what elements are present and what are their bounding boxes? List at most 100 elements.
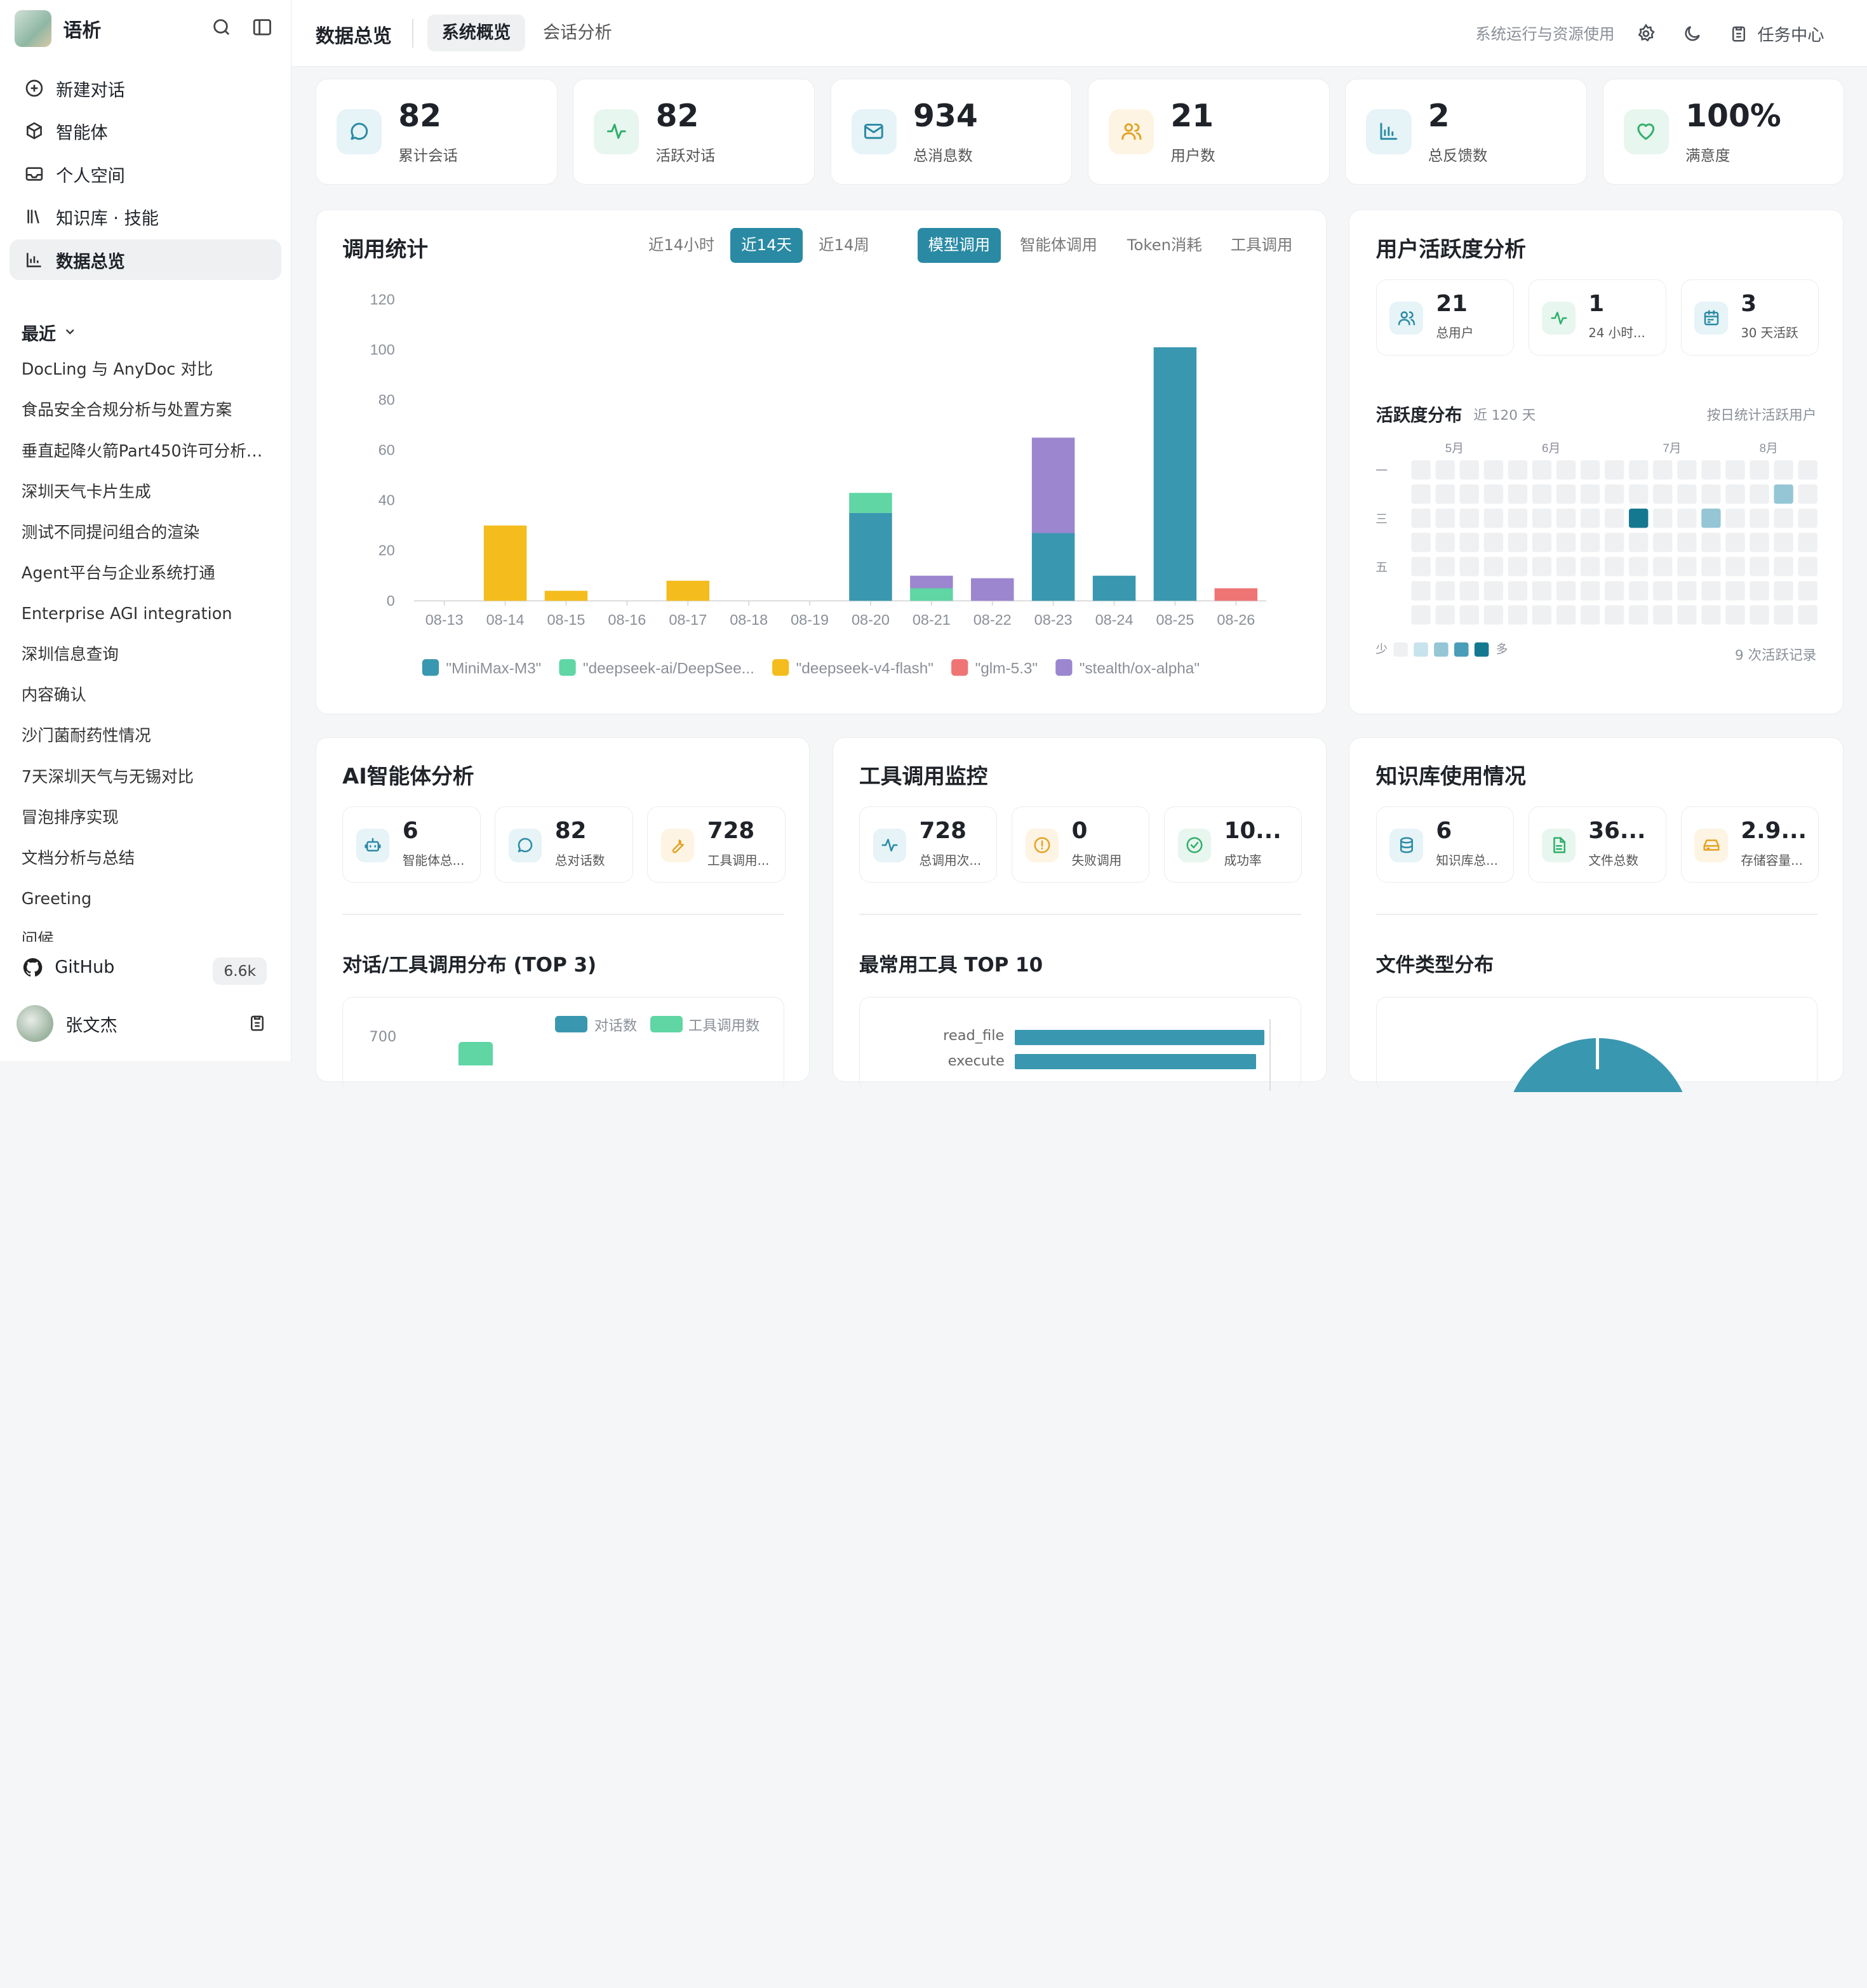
recent-chat-item[interactable]: 食品安全合规分析与处置方案 <box>0 390 291 431</box>
heatmap-cell <box>1484 484 1504 504</box>
recent-chat-item[interactable]: Agent平台与企业系统打通 <box>0 554 291 594</box>
nav-personal-space[interactable]: 个人空间 <box>10 154 281 194</box>
github-link[interactable]: GitHub <box>22 956 114 979</box>
stat-value: 82 <box>398 98 442 134</box>
heatmap-cell <box>1411 605 1431 625</box>
range-tab-14-weeks[interactable]: 近14周 <box>808 228 880 262</box>
recent-chat-item[interactable]: 深圳信息查询 <box>0 635 291 676</box>
recent-chat-item[interactable]: 测试不同提问组合的渲染 <box>0 513 291 554</box>
heatmap-cell <box>1677 557 1697 577</box>
heatmap-cell <box>1653 605 1673 625</box>
x-tick-label: 08-16 <box>608 611 646 628</box>
agents-card: AI智能体分析 6 智能体总... 82 总对话数 728 工具调用... 对话/工具调用… <box>315 737 810 1093</box>
mini-stat: 82 总对话数 <box>495 806 633 883</box>
system-resources-link[interactable]: 系统运行与资源使用 <box>1475 22 1614 44</box>
user-profile[interactable]: 张文杰 <box>17 1004 117 1042</box>
recent-chat-item[interactable]: 内容确认 <box>0 676 291 716</box>
recent-header[interactable]: 最近 <box>22 319 77 345</box>
heatmap-legend-swatch <box>1454 642 1469 657</box>
range-tab-14-hours[interactable]: 近14小时 <box>638 228 725 262</box>
stat-card: 934 总消息数 <box>830 78 1073 185</box>
divider <box>412 19 413 48</box>
knowledge-card: 知识库使用情况 6 知识库总... 36... 文件总数 2.9... 存储容量... 文… <box>1349 737 1844 1093</box>
heatmap-cell <box>1750 460 1770 480</box>
mini-value: 36... <box>1588 818 1646 844</box>
recent-chat-item[interactable]: DocLing 与 AnyDoc 对比 <box>0 350 291 390</box>
weekday-label: 五 <box>1376 561 1388 574</box>
heatmap-cell <box>1411 532 1431 552</box>
clipboard-icon[interactable] <box>248 1013 267 1032</box>
divider <box>859 914 1301 915</box>
recent-chat-item[interactable]: 问候 <box>0 920 291 942</box>
usage-bar-chart: 0 20 40 60 80 100 120 08-13 08-14 08-15 08-16 08-17… <box>370 291 1267 677</box>
task-center-button[interactable]: 任务中心 <box>1729 22 1824 46</box>
tab-system-overview[interactable]: 系统概览 <box>427 14 525 51</box>
y-tick-label: 100 <box>370 341 395 357</box>
recent-chat-item[interactable]: 7天深圳天气与无锡对比 <box>0 757 291 798</box>
pie-slice-gap <box>1595 1033 1600 1069</box>
heatmap-cell <box>1605 581 1624 601</box>
mini-value: 728 <box>919 818 967 844</box>
sidebar-toggle-icon[interactable] <box>250 15 274 39</box>
type-tab-token[interactable]: Token消耗 <box>1116 228 1213 262</box>
tool-bar <box>1014 1030 1265 1046</box>
moon-icon[interactable] <box>1682 23 1703 44</box>
heatmap-cell <box>1677 484 1697 504</box>
heatmap-cell <box>1581 581 1600 601</box>
nav-knowledge[interactable]: 知识库 · 技能 <box>10 196 281 237</box>
chat-bubble-icon <box>351 123 368 140</box>
mini-value: 21 <box>1436 290 1468 317</box>
heatmap-cell <box>1508 484 1528 504</box>
stat-value: 100% <box>1685 98 1781 134</box>
mini-label: 智能体总... <box>402 853 465 868</box>
recent-chat-item[interactable]: 文档分析与总结 <box>0 839 291 879</box>
range-tab-14-days[interactable]: 近14天 <box>730 228 803 263</box>
heatmap-cell <box>1629 532 1649 552</box>
mini-icon-box <box>1025 829 1059 862</box>
gear-icon[interactable] <box>1636 23 1656 44</box>
mini-label: 30 天活跃 <box>1741 326 1798 341</box>
heatmap-cell <box>1701 581 1721 601</box>
sidebar-nav: 新建对话 智能体 个人空间 知识库 · 技能 数据总览 <box>10 68 281 283</box>
type-tab-model[interactable]: 模型调用 <box>917 228 1001 263</box>
storage-icon <box>1703 839 1719 851</box>
mail-icon <box>864 124 883 140</box>
type-tab-agent[interactable]: 智能体调用 <box>1009 228 1108 262</box>
heatmap-cell <box>1629 605 1649 625</box>
brand[interactable]: 语析 <box>14 10 101 48</box>
nav-dashboard[interactable]: 数据总览 <box>10 239 281 280</box>
mini-label: 24 小时... <box>1588 326 1645 341</box>
tab-session-analysis[interactable]: 会话分析 <box>529 15 627 51</box>
recent-chat-item[interactable]: 冒泡排序实现 <box>0 798 291 839</box>
heatmap-cell <box>1556 605 1576 625</box>
heatmap-cell <box>1725 581 1746 601</box>
type-tab-tool[interactable]: 工具调用 <box>1220 228 1303 262</box>
search-icon[interactable] <box>210 15 234 39</box>
heatmap-cell <box>1484 581 1504 601</box>
heatmap-legend-swatch <box>1434 642 1449 657</box>
recent-chat-item[interactable]: 深圳天气卡片生成 <box>0 472 291 513</box>
heatmap-cell <box>1653 532 1673 552</box>
nav-agents[interactable]: 智能体 <box>10 110 281 151</box>
heatmap-cell <box>1556 508 1576 528</box>
recent-chat-item[interactable]: Greeting <box>0 879 291 920</box>
heatmap-cell <box>1484 460 1504 480</box>
legend-label: "deepseek-ai/DeepSee... <box>583 660 754 677</box>
heatmap-cell <box>1605 484 1624 504</box>
recent-chat-item[interactable]: Enterprise AGI integration <box>0 594 291 635</box>
recent-chat-item[interactable]: 垂直起降火箭Part450许可分析报告 <box>0 432 291 472</box>
heatmap-cell <box>1556 460 1576 480</box>
heatmap-cell <box>1508 557 1528 577</box>
heatmap-cell <box>1435 581 1455 601</box>
heatmap-cell <box>1581 508 1600 528</box>
bar-segment <box>909 575 953 589</box>
legend-label: "MiniMax-M3" <box>446 660 541 677</box>
bar-chart-icon <box>1380 123 1398 140</box>
recent-chat-item[interactable]: 沙门菌耐药性情况 <box>0 716 291 757</box>
nav-new-chat[interactable]: 新建对话 <box>10 68 281 109</box>
avatar <box>17 1004 54 1042</box>
heatmap-cell <box>1484 508 1504 528</box>
activity-heatmap: 5月 6月 7月 8月一三五少 多 <box>1376 441 1818 657</box>
stat-label: 累计会话 <box>398 147 458 164</box>
github-stars-badge: 6.6k <box>213 957 267 985</box>
